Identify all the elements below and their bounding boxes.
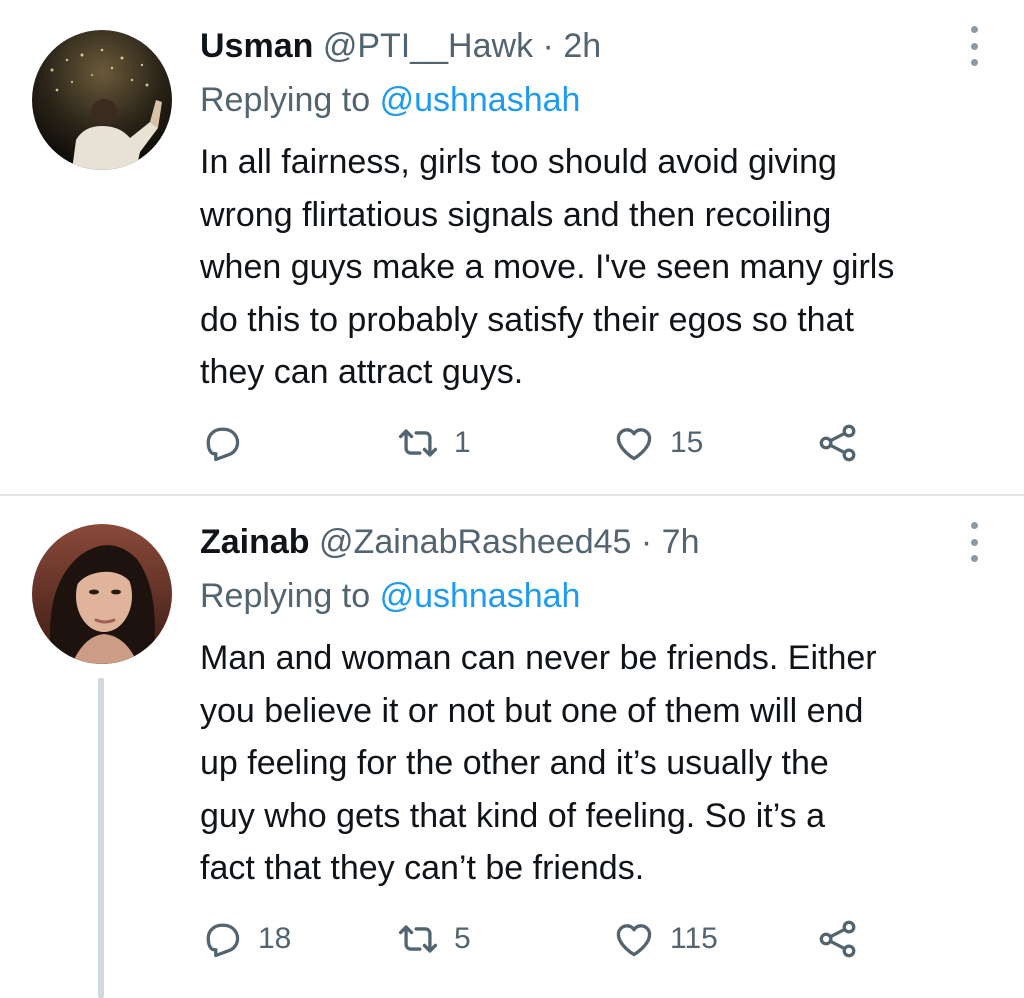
author-name[interactable]: Usman (200, 27, 313, 65)
share-button[interactable] (816, 914, 860, 964)
share-icon (819, 424, 856, 462)
share-icon (819, 920, 856, 958)
tweet-header: Usman @PTI__Hawk · 2h (200, 24, 601, 68)
reply-button[interactable] (200, 418, 258, 468)
more-options-icon[interactable] (964, 522, 984, 562)
tweet-text: Man and woman can never be friends. Eith… (200, 639, 877, 887)
reply-button[interactable]: 18 (200, 914, 291, 964)
like-count: 15 (670, 426, 704, 459)
reply-icon (206, 923, 240, 958)
thread-line (98, 678, 104, 998)
more-options-icon[interactable] (964, 26, 984, 66)
retweet-icon (398, 925, 438, 953)
replying-to-label: Replying to (200, 81, 371, 119)
reply-icon (206, 427, 240, 462)
avatar[interactable] (32, 524, 172, 664)
timestamp[interactable]: 2h (563, 27, 601, 65)
reply-count: 18 (258, 922, 292, 955)
heart-icon (616, 924, 652, 957)
tweet-usman[interactable]: Usman @PTI__Hawk · 2h Replying to @ushna… (0, 0, 1024, 494)
separator-dot: · (640, 523, 653, 561)
share-button[interactable] (816, 418, 860, 468)
like-button[interactable]: 15 (612, 418, 703, 468)
separator-dot: · (542, 27, 554, 65)
tweet-text: In all fairness, girls too should avoid … (200, 143, 895, 391)
action-bar: 1 15 (200, 418, 920, 468)
author-handle[interactable]: @PTI__Hawk (323, 27, 533, 65)
retweet-button[interactable]: 5 (396, 914, 471, 964)
replying-to: Replying to @ushnashah (200, 78, 580, 122)
retweet-count: 5 (454, 922, 471, 955)
tweet-zainab[interactable]: Zainab @ZainabRasheed45 · 7h Replying to… (0, 496, 1024, 998)
author-name[interactable]: Zainab (200, 523, 310, 561)
retweet-button[interactable]: 1 (396, 418, 471, 468)
tweet-header: Zainab @ZainabRasheed45 · 7h (200, 520, 700, 564)
action-bar: 18 5 115 (200, 914, 920, 964)
timestamp[interactable]: 7h (662, 523, 700, 561)
replying-to-label: Replying to (200, 577, 371, 615)
author-handle[interactable]: @ZainabRasheed45 (319, 523, 631, 561)
mention-link[interactable]: @ushnashah (380, 81, 581, 119)
like-count: 115 (670, 922, 718, 955)
retweet-icon (398, 429, 438, 457)
heart-icon (616, 428, 652, 461)
replying-to: Replying to @ushnashah (200, 574, 580, 618)
retweet-count: 1 (454, 426, 471, 459)
avatar[interactable] (32, 30, 172, 170)
mention-link[interactable]: @ushnashah (380, 577, 581, 615)
like-button[interactable]: 115 (612, 914, 718, 964)
